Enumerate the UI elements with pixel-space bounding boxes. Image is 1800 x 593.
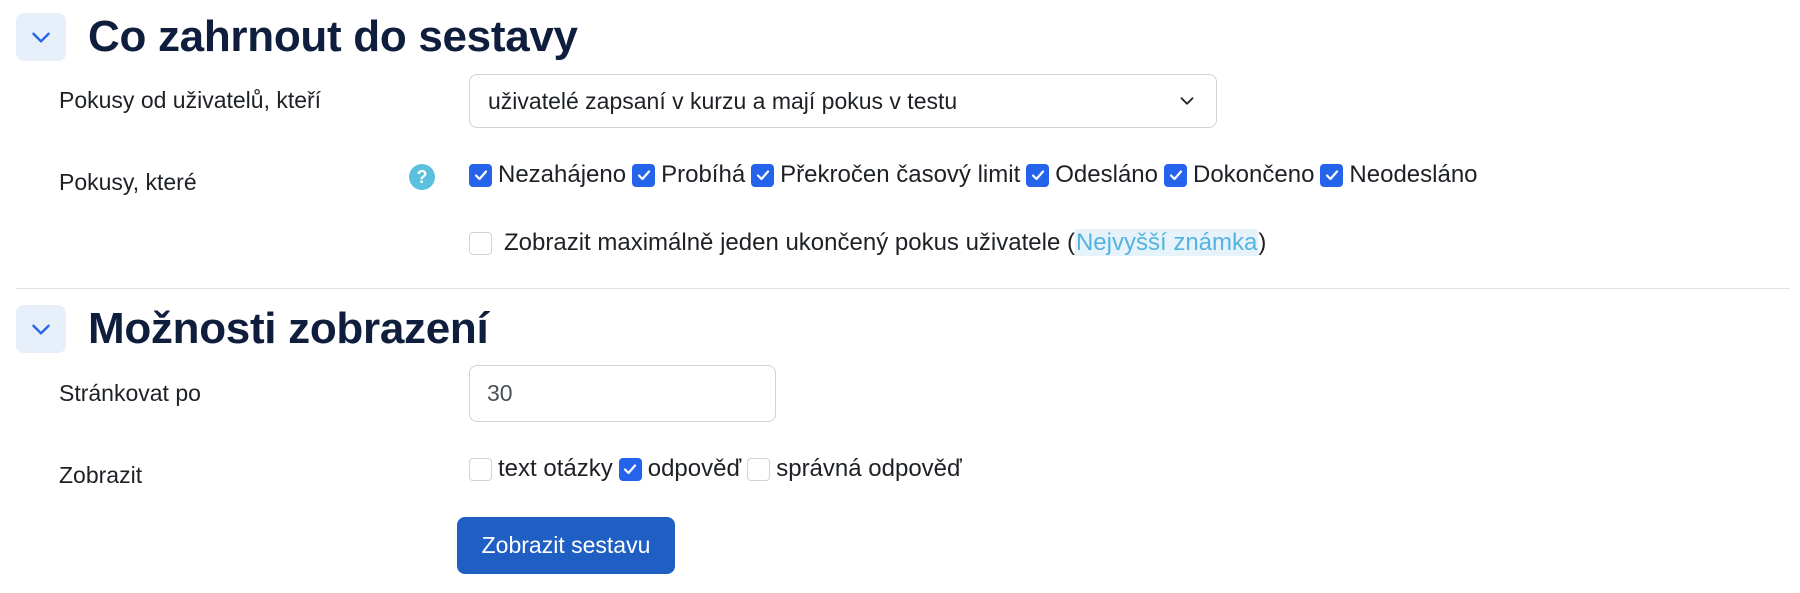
check-icon xyxy=(756,170,769,181)
section-divider xyxy=(16,288,1790,289)
attempt-states-group: Nezahájeno Probíhá Překročen časový limi… xyxy=(469,161,1484,189)
state-checkbox[interactable] xyxy=(1320,163,1344,187)
section-header-include: Co zahrnout do sestavy xyxy=(16,12,578,62)
show-options-group: text otázky odpověď správná odpověď xyxy=(469,455,968,483)
help-icon[interactable]: ? xyxy=(409,164,435,190)
check-icon xyxy=(1325,170,1339,181)
state-label: Odesláno xyxy=(1055,161,1158,188)
show-option-label: odpověď xyxy=(647,455,742,482)
collapse-toggle-button[interactable] xyxy=(16,13,66,61)
state-checkbox[interactable] xyxy=(1164,163,1187,187)
check-icon xyxy=(1169,170,1182,181)
state-checkbox[interactable] xyxy=(469,163,492,187)
section-header-display: Možnosti zobrazení xyxy=(16,304,489,354)
state-label: Neodesláno xyxy=(1349,161,1478,188)
check-icon xyxy=(624,464,637,475)
show-option-label: správná odpověď xyxy=(776,455,962,482)
report-settings-form: Co zahrnout do sestavy Pokusy od uživate… xyxy=(0,0,1800,593)
attempts-that-label: Pokusy, které xyxy=(59,169,197,195)
pagesize-label: Stránkovat po xyxy=(59,380,201,406)
chevron-down-icon xyxy=(32,32,50,43)
select-value: uživatelé zapsaní v kurzu a mají pokus v… xyxy=(488,87,958,114)
state-label: Nezahájeno xyxy=(498,161,627,188)
show-report-button[interactable]: Zobrazit sestavu xyxy=(457,517,675,574)
state-label: Dokončeno xyxy=(1193,161,1315,188)
section-title: Možnosti zobrazení xyxy=(88,304,489,353)
show-label: Zobrazit xyxy=(59,462,143,488)
chevron-down-icon xyxy=(1180,97,1194,105)
state-label: Překročen časový limit xyxy=(780,161,1021,188)
only-one-attempt-row: Zobrazit maximálně jeden ukončený pokus … xyxy=(469,229,1266,257)
only-one-attempt-checkbox[interactable] xyxy=(469,231,492,255)
check-icon xyxy=(1031,170,1044,181)
only-one-attempt-close: ) xyxy=(1258,229,1267,256)
attempts-from-label: Pokusy od uživatelů, kteří xyxy=(59,87,322,113)
only-one-attempt-text: Zobrazit maximálně jeden ukončený pokus … xyxy=(504,229,1075,256)
highest-grade-link[interactable]: Nejvyšší známka xyxy=(1074,229,1259,256)
only-one-attempt-label: Zobrazit maximálně jeden ukončený pokus … xyxy=(504,229,1266,257)
collapse-toggle-button[interactable] xyxy=(16,305,66,353)
state-checkbox[interactable] xyxy=(1026,163,1050,187)
show-option-label: text otázky xyxy=(498,455,613,482)
show-option-checkbox[interactable] xyxy=(747,457,771,481)
section-title: Co zahrnout do sestavy xyxy=(88,12,578,61)
state-checkbox[interactable] xyxy=(632,163,656,187)
chevron-down-icon xyxy=(32,324,50,335)
attempts-from-select[interactable]: uživatelé zapsaní v kurzu a mají pokus v… xyxy=(469,74,1217,128)
state-label: Probíhá xyxy=(661,161,746,188)
check-icon xyxy=(474,170,487,181)
check-icon xyxy=(637,170,650,181)
show-option-checkbox[interactable] xyxy=(618,457,642,481)
show-option-checkbox[interactable] xyxy=(469,457,492,481)
state-checkbox[interactable] xyxy=(751,163,775,187)
pagesize-input[interactable] xyxy=(469,365,776,422)
